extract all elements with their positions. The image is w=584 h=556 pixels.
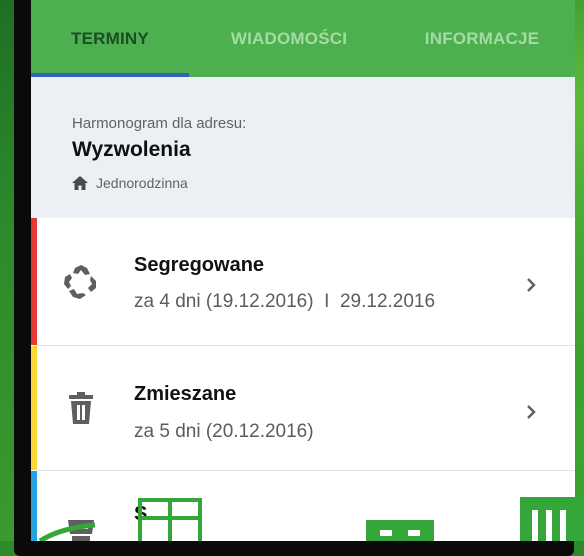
app-screen: TERMINY WIADOMOŚCI INFORMACJE Harmonogra… — [31, 0, 575, 541]
waste-dates: za 5 dni (20.12.2016) — [134, 421, 314, 442]
waste-dates: za 4 dni (19.12.2016) I 29.12.2016 — [134, 291, 436, 312]
tab-terminy[interactable]: TERMINY — [31, 0, 189, 77]
bin-icon — [59, 511, 103, 541]
tab-bar: TERMINY WIADOMOŚCI INFORMACJE — [31, 0, 575, 77]
address-type-label: Jednorodzinna — [96, 175, 188, 191]
waste-type-title: S — [134, 503, 148, 525]
waste-type-title: Segregowane — [134, 254, 265, 276]
recycle-icon — [59, 260, 103, 304]
address-type: Jednorodzinna — [72, 175, 188, 191]
list-item-segregowane[interactable]: Segregowane za 4 dni (19.12.2016) I 29.1… — [31, 218, 575, 345]
tab-label: TERMINY — [71, 28, 149, 48]
chevron-right-icon — [521, 275, 541, 295]
tab-wiadomosci[interactable]: WIADOMOŚCI — [189, 0, 389, 77]
tab-label: INFORMACJE — [424, 28, 540, 48]
category-color-stripe — [31, 471, 37, 541]
address-header: Harmonogram dla adresu: Wyzwolenia Jedno… — [31, 77, 575, 218]
category-color-stripe — [31, 346, 37, 470]
address-street: Wyzwolenia — [72, 138, 191, 161]
home-icon — [72, 176, 88, 190]
address-label: Harmonogram dla adresu: — [72, 115, 247, 132]
list-item-partial[interactable]: S — [31, 471, 575, 541]
chevron-right-icon — [521, 402, 541, 422]
category-color-stripe — [31, 218, 37, 345]
trash-icon — [59, 386, 103, 430]
list-item-zmieszane[interactable]: Zmieszane za 5 dni (20.12.2016) — [31, 346, 575, 470]
tab-label: WIADOMOŚCI — [230, 28, 348, 48]
waste-type-title: Zmieszane — [134, 383, 237, 405]
tab-informacje[interactable]: INFORMACJE — [389, 0, 575, 77]
